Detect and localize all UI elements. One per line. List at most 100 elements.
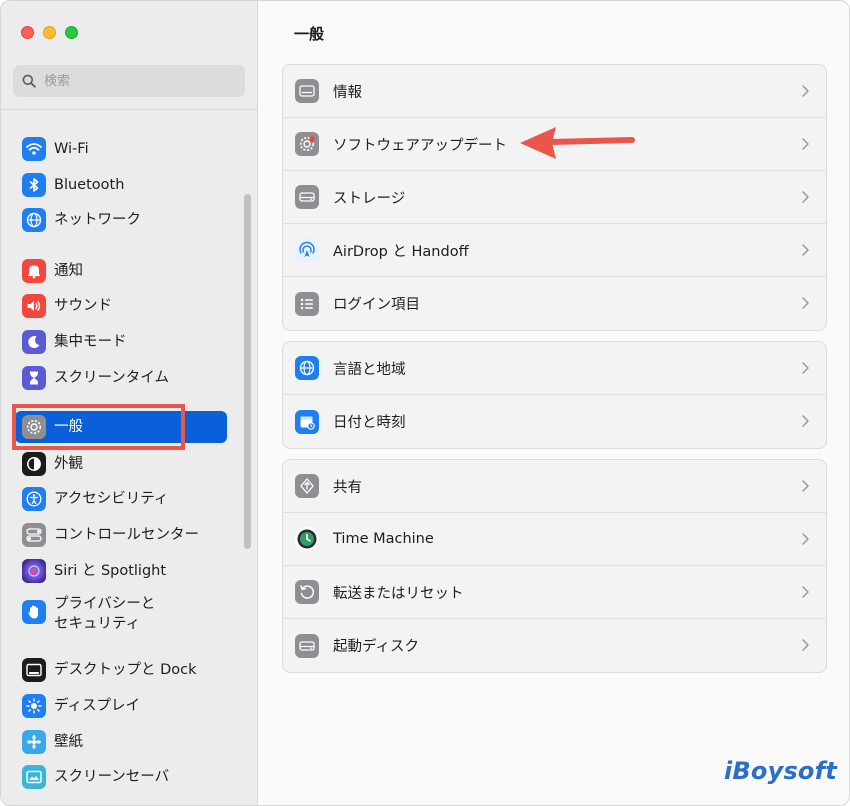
- row-label: ソフトウェアアップデート: [333, 137, 507, 154]
- row-storage[interactable]: ストレージ: [283, 171, 826, 224]
- sidebar-item-label: Siri と Spotlight: [54, 563, 167, 579]
- sidebar-item-notifications[interactable]: 通知: [15, 255, 227, 287]
- row-label: Time Machine: [333, 531, 434, 547]
- row-date-time[interactable]: 日付と時刻: [283, 395, 826, 448]
- sidebar-item-label: 集中モード: [54, 334, 127, 350]
- calendar-clock-icon: [295, 409, 319, 434]
- sidebar-item-wallpaper[interactable]: 壁紙: [15, 726, 227, 758]
- row-label: 転送またはリセット: [333, 585, 464, 602]
- sidebar-item-general[interactable]: 一般: [15, 411, 227, 443]
- sidebar-item-displays[interactable]: ディスプレイ: [15, 690, 227, 722]
- row-about[interactable]: 情報: [283, 65, 826, 118]
- sidebar-item-appearance[interactable]: 外観: [15, 448, 227, 480]
- chevron-right-icon: [802, 297, 809, 309]
- page-title: 一般: [294, 25, 325, 43]
- row-label: ストレージ: [333, 190, 406, 207]
- zoom-window-button[interactable]: [65, 26, 78, 39]
- sidebar-item-screen-time[interactable]: スクリーンタイム: [15, 362, 227, 394]
- sidebar-item-wifi[interactable]: Wi-Fi: [15, 133, 227, 165]
- chevron-right-icon: [802, 480, 809, 492]
- appearance-icon: [22, 452, 46, 476]
- row-login-items[interactable]: ログイン項目: [283, 277, 826, 330]
- software-update-icon: [295, 132, 319, 156]
- sidebar-item-control-center[interactable]: コントロールセンター: [15, 519, 227, 551]
- login-items-icon: [295, 291, 319, 316]
- bell-icon: [22, 259, 46, 283]
- search-icon: [22, 74, 36, 88]
- hourglass-icon: [22, 366, 46, 390]
- settings-group-region: 言語と地域 日付と時刻: [282, 341, 827, 449]
- chevron-right-icon: [802, 244, 809, 256]
- chevron-right-icon: [802, 362, 809, 374]
- row-label: 起動ディスク: [333, 639, 419, 655]
- row-sharing[interactable]: 共有: [283, 460, 826, 513]
- sidebar-item-accessibility[interactable]: アクセシビリティ: [15, 483, 227, 515]
- row-airdrop-handoff[interactable]: AirDrop と Handoff: [283, 224, 826, 277]
- row-time-machine[interactable]: Time Machine: [283, 513, 826, 566]
- settings-window: Wi-Fi Bluetooth ネットワーク 通知 サウンド: [0, 0, 850, 806]
- settings-group-system: 情報 ソフトウェアアップデート ストレージ AirDrop と Handoff: [282, 64, 827, 331]
- row-label: 共有: [333, 479, 362, 496]
- dock-icon: [22, 658, 46, 682]
- sharing-icon: [295, 474, 319, 498]
- chevron-right-icon: [802, 191, 809, 203]
- row-label: 情報: [333, 84, 362, 101]
- sidebar-item-label: ネットワーク: [54, 212, 141, 228]
- sidebar-item-label: 一般: [54, 419, 83, 435]
- sidebar-item-bluetooth[interactable]: Bluetooth: [15, 169, 227, 201]
- chevron-right-icon: [802, 415, 809, 427]
- bluetooth-icon: [22, 173, 46, 197]
- sidebar-item-label: デスクトップと Dock: [54, 662, 197, 678]
- search-field[interactable]: [13, 65, 245, 97]
- sidebar-item-sound[interactable]: サウンド: [15, 290, 227, 322]
- time-machine-icon: [295, 527, 319, 551]
- storage-icon: [295, 185, 319, 209]
- speaker-icon: [22, 294, 46, 318]
- row-label: AirDrop と Handoff: [333, 243, 469, 260]
- sidebar-item-label: サウンド: [54, 298, 112, 314]
- row-transfer-reset[interactable]: 転送またはリセット: [283, 566, 826, 619]
- sidebar-item-label: アクセシビリティ: [54, 491, 169, 507]
- chevron-right-icon: [802, 586, 809, 598]
- sidebar-item-label: Wi-Fi: [54, 141, 89, 157]
- transfer-reset-icon: [295, 580, 319, 604]
- info-device-icon: [295, 79, 319, 103]
- sidebar-item-label: コントロールセンター: [54, 527, 199, 543]
- hand-icon: [22, 600, 46, 624]
- row-label: 日付と時刻: [333, 415, 406, 431]
- wifi-icon: [22, 137, 46, 161]
- accessibility-icon: [22, 487, 46, 511]
- globe-icon: [22, 208, 46, 232]
- sidebar-item-focus[interactable]: 集中モード: [15, 326, 227, 358]
- window-controls: [21, 26, 78, 39]
- gear-icon: [22, 415, 46, 439]
- sidebar: Wi-Fi Bluetooth ネットワーク 通知 サウンド: [1, 1, 258, 805]
- sun-icon: [22, 694, 46, 718]
- sidebar-divider: [1, 109, 258, 110]
- sidebar-item-label: プライバシーと セキュリティ: [54, 596, 156, 632]
- sidebar-item-desktop-dock[interactable]: デスクトップと Dock: [15, 654, 227, 686]
- close-window-button[interactable]: [21, 26, 34, 39]
- moon-icon: [22, 330, 46, 354]
- chevron-right-icon: [802, 138, 809, 150]
- sidebar-item-siri-spotlight[interactable]: Siri と Spotlight: [15, 555, 227, 587]
- minimize-window-button[interactable]: [43, 26, 56, 39]
- row-software-update[interactable]: ソフトウェアアップデート: [283, 118, 826, 171]
- brand-watermark: iBoysoft: [724, 757, 837, 785]
- sidebar-item-privacy-security[interactable]: プライバシーと セキュリティ: [15, 592, 227, 634]
- settings-group-maintenance: 共有 Time Machine 転送またはリセット 起動ディスク: [282, 459, 827, 673]
- sidebar-item-screensaver[interactable]: スクリーンセーバ: [15, 761, 227, 793]
- sidebar-item-label: ディスプレイ: [54, 698, 140, 714]
- sidebar-scrollbar[interactable]: [244, 194, 251, 549]
- control-center-icon: [22, 523, 46, 547]
- language-globe-icon: [295, 356, 319, 380]
- sidebar-item-label: スクリーンセーバ: [54, 769, 170, 785]
- row-startup-disk[interactable]: 起動ディスク: [283, 619, 826, 672]
- row-language-region[interactable]: 言語と地域: [283, 342, 826, 395]
- row-label: ログイン項目: [333, 297, 420, 313]
- chevron-right-icon: [802, 85, 809, 97]
- sidebar-item-network[interactable]: ネットワーク: [15, 204, 227, 236]
- search-input[interactable]: [44, 73, 234, 89]
- sidebar-item-label: 外観: [54, 456, 83, 472]
- wallpaper-icon: [22, 730, 46, 754]
